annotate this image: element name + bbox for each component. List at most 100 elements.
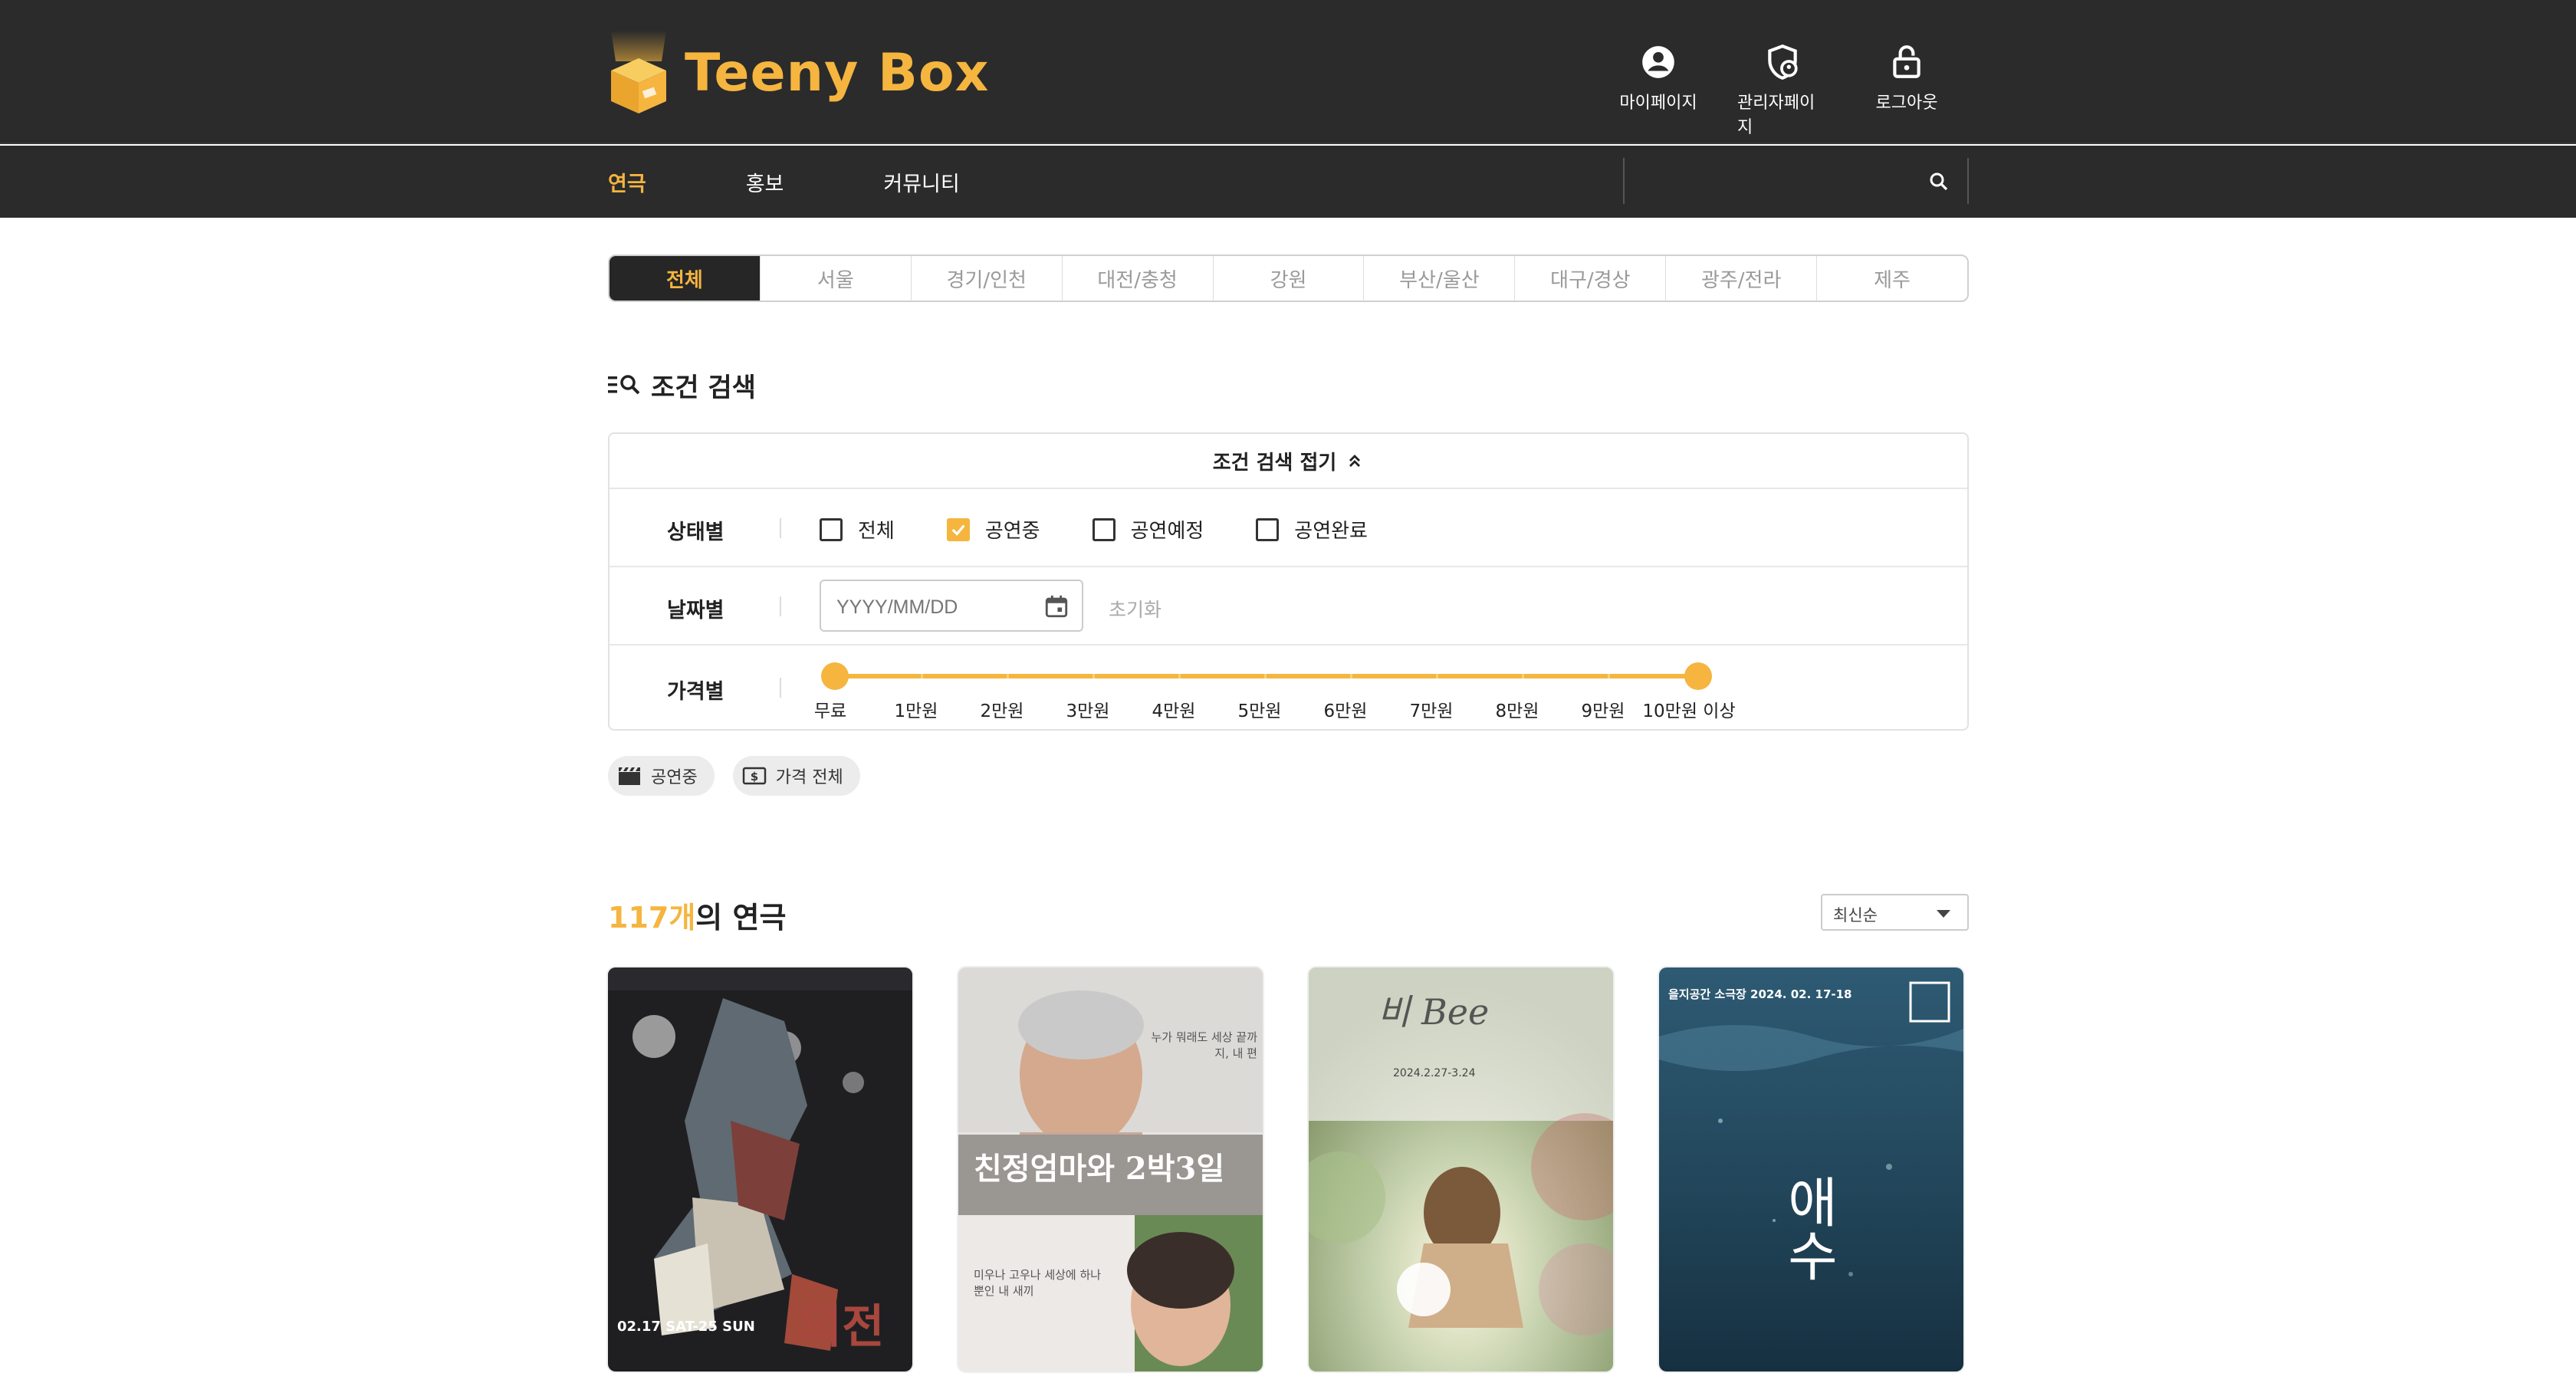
price-tick-label: 5만원: [1237, 701, 1282, 721]
status-option-upcoming[interactable]: 공연예정: [1092, 515, 1204, 544]
condition-search-panel: 조건 검색 접기 상태별 전체 공연중 공연예정 공연완료 날짜별 YYYY/M…: [608, 432, 1969, 731]
mypage-label: 마이페이지: [1619, 94, 1697, 113]
poster-tagline: 누가 뭐래도 세상 끝까지, 내 편: [1151, 1030, 1257, 1060]
svg-text:$: $: [751, 770, 758, 783]
price-tick-label: 2만원: [980, 701, 1024, 721]
collapse-filter-label: 조건 검색 접기: [1212, 451, 1337, 475]
price-tick-label: 무료: [813, 701, 847, 721]
price-filter-row: 가격별 무료 1만원 2만원 3만원 4만원 5만원 6만원 7만원 8만원 9…: [610, 646, 1967, 729]
mypage-button[interactable]: 마이페이지: [1613, 43, 1704, 138]
region-tab-seoul[interactable]: 서울: [761, 256, 912, 301]
account-circle-icon: [1642, 46, 1674, 78]
nav-item-community[interactable]: 커뮤니티: [883, 167, 959, 197]
date-filter-row: 날짜별 초기화: [610, 567, 1967, 646]
price-slider-max-handle[interactable]: [1684, 662, 1712, 690]
nav-search: [1623, 158, 1969, 204]
poster-tagline: 미우나 고우나 세상에 하나 뿐인 내 새끼: [974, 1268, 1102, 1298]
sort-value: 최신순: [1833, 906, 1878, 925]
price-slider-labels: 무료 1만원 2만원 3만원 4만원 5만원 6만원 7만원 8만원 9만원 1…: [814, 696, 1736, 722]
price-slider-min-handle[interactable]: [821, 662, 849, 690]
sort-dropdown[interactable]: 최신순: [1821, 894, 1969, 931]
status-filter-label: 상태별: [667, 521, 724, 544]
condition-search-title: 조건 검색: [651, 372, 756, 403]
filter-search-icon: [608, 375, 640, 395]
row-divider: [780, 596, 781, 616]
checkbox-unchecked-icon: [1092, 517, 1116, 541]
play-poster-card[interactable]: 비 Bee 2024.2.27-3.24: [1309, 967, 1613, 1372]
admin-page-button[interactable]: 관리자페이지: [1737, 43, 1828, 138]
row-divider: [780, 678, 781, 698]
poster-title: 외전: [800, 1300, 885, 1354]
filter-chip-showing[interactable]: 공연중: [608, 756, 715, 796]
status-option-label: 공연예정: [1130, 520, 1204, 543]
price-tick-label: 7만원: [1409, 701, 1454, 721]
region-tab-gyeonggi-incheon[interactable]: 경기/인천: [912, 256, 1063, 301]
poster-image: [1659, 967, 1963, 1372]
status-option-label: 전체: [858, 520, 895, 543]
logout-label: 로그아웃: [1875, 94, 1938, 113]
status-filter-row: 상태별 전체 공연중 공연예정 공연완료: [610, 489, 1967, 567]
date-input[interactable]: [836, 592, 1036, 623]
price-tick-label: 6만원: [1323, 701, 1368, 721]
checkbox-unchecked-icon: [1256, 517, 1280, 541]
region-tab-daegu-gyeongsang[interactable]: 대구/경상: [1515, 256, 1667, 301]
nav-item-promotion[interactable]: 홍보: [746, 167, 784, 197]
date-reset-link[interactable]: 초기화: [1109, 595, 1162, 623]
price-tick-label: 3만원: [1066, 701, 1110, 721]
price-tick-label: 9만원: [1581, 701, 1625, 721]
price-slider-track[interactable]: [835, 674, 1698, 678]
poster-date: 2024.2.27-3.24: [1393, 1067, 1476, 1079]
region-tab-busan-ulsan[interactable]: 부산/울산: [1364, 256, 1516, 301]
region-tab-gangwon[interactable]: 강원: [1214, 256, 1365, 301]
filter-chip-price[interactable]: $ 가격 전체: [732, 756, 860, 796]
unlock-icon: [1893, 45, 1921, 78]
price-tick-label: 4만원: [1152, 701, 1196, 721]
region-tab-jeju[interactable]: 제주: [1817, 256, 1967, 301]
chevron-double-up-icon: [1349, 455, 1361, 467]
status-option-ended[interactable]: 공연완료: [1256, 515, 1368, 544]
region-tab-gwangju-jeolla[interactable]: 광주/전라: [1666, 256, 1818, 301]
row-divider: [780, 518, 781, 538]
status-option-all[interactable]: 전체: [820, 515, 895, 544]
filter-chip-label: 가격 전체: [775, 768, 843, 787]
logo-text: Teeny Box: [685, 42, 990, 103]
nav-item-play[interactable]: 연극: [608, 167, 646, 197]
main-nav: 연극 홍보 커뮤니티: [0, 146, 2576, 218]
price-tick-label: 8만원: [1495, 701, 1539, 721]
poster-date: 02.17 SAT-25 SUN: [617, 1319, 755, 1335]
caret-down-icon: [1937, 910, 1950, 918]
calendar-icon[interactable]: [1043, 593, 1070, 619]
poster-title: 친정엄마와 2박3일: [974, 1151, 1225, 1187]
region-tab-all[interactable]: 전체: [610, 256, 761, 301]
admin-page-label: 관리자페이지: [1737, 94, 1815, 137]
search-icon[interactable]: [1927, 170, 1950, 193]
result-count-heading: 117개의 연극: [608, 894, 786, 936]
search-input[interactable]: [1632, 166, 1908, 196]
status-option-showing[interactable]: 공연중: [946, 515, 1040, 544]
site-logo[interactable]: Teeny Box: [608, 31, 989, 115]
status-option-label: 공연중: [984, 520, 1040, 543]
active-filter-chips: 공연중 $ 가격 전체: [608, 756, 860, 796]
logout-button[interactable]: 로그아웃: [1861, 43, 1952, 138]
filter-chip-label: 공연중: [651, 768, 698, 787]
poster-title: 비 Bee: [1378, 991, 1490, 1033]
admin-shield-icon: [1768, 44, 1798, 80]
play-poster-card[interactable]: 외전 02.17 SAT-25 SUN: [608, 967, 912, 1372]
result-suffix: 의 연극: [695, 901, 787, 935]
price-tick-label: 10만원 이상: [1642, 701, 1736, 721]
top-header: Teeny Box 마이페이지 관리자페이지 로그아웃: [0, 0, 2576, 144]
collapse-filter-button[interactable]: 조건 검색 접기: [610, 434, 1967, 489]
condition-search-heading: 조건 검색: [608, 368, 756, 403]
play-poster-card[interactable]: 을지공간 소극장 2024. 02. 17-18 애수: [1659, 967, 1963, 1372]
date-filter-label: 날짜별: [667, 599, 724, 623]
checkbox-checked-icon: [946, 517, 970, 541]
result-count: 117개: [608, 901, 696, 935]
region-tabs: 전체 서울 경기/인천 대전/충청 강원 부산/울산 대구/경상 광주/전라 제…: [608, 255, 1969, 302]
region-tab-daejeon-chungcheong[interactable]: 대전/충청: [1063, 256, 1214, 301]
status-option-label: 공연완료: [1294, 520, 1368, 543]
price-tick-label: 1만원: [894, 701, 938, 721]
poster-title: 애수: [1777, 1174, 1840, 1282]
play-poster-card[interactable]: 친정엄마와 2박3일 누가 뭐래도 세상 끝까지, 내 편 미우나 고우나 세상…: [958, 967, 1263, 1372]
checkbox-unchecked-icon: [820, 517, 843, 541]
date-field[interactable]: [820, 580, 1083, 632]
